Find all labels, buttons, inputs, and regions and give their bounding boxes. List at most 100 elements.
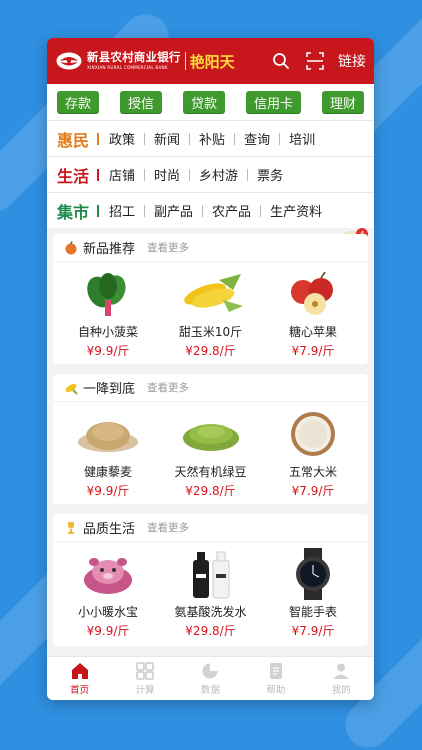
section-quality-life: 品质生活 查看更多 小小暖水宝 ¥9.9/斤 氨基酸洗发水 ¥29.8/斤 智能…: [53, 514, 368, 646]
category-item[interactable]: 招工: [109, 201, 135, 220]
category-item[interactable]: 生产资料: [270, 201, 322, 220]
link-button[interactable]: 链接: [338, 51, 366, 71]
divider: [189, 168, 191, 181]
product-price: ¥7.9/斤: [291, 624, 335, 638]
product-card[interactable]: 智能手表 ¥7.9/斤: [264, 548, 362, 639]
category-item[interactable]: 票务: [257, 165, 283, 184]
brand-divider: [184, 52, 186, 70]
product-name: 智能手表: [288, 605, 337, 619]
tab-label: 数据: [200, 684, 220, 696]
view-more-link[interactable]: 查看更多: [147, 520, 189, 535]
tab-help[interactable]: 帮助: [251, 662, 301, 696]
bank-logo: 新县农村商业银行 XINXIAN RURAL COMMERCIAL BANK 艳…: [55, 51, 235, 72]
category-item[interactable]: 补贴: [199, 129, 225, 148]
tab-data[interactable]: 数据: [185, 662, 235, 696]
divider: [144, 132, 146, 145]
product-price: ¥29.8/斤: [185, 624, 236, 638]
category-item[interactable]: 副产品: [154, 201, 193, 220]
product-card[interactable]: 五常大米 ¥7.9/斤: [264, 408, 362, 499]
product-card[interactable]: 健康藜麦 ¥9.9/斤: [59, 408, 157, 499]
section-new-products: 新品推荐 查看更多 自种小菠菜 ¥9.9/斤 甜玉米10斤 ¥29.8/斤 糖心…: [53, 234, 368, 364]
product-name: 健康藜麦: [83, 465, 132, 479]
product-price: ¥9.9/斤: [86, 624, 130, 638]
top-bar: 新县农村商业银行 XINXIAN RURAL COMMERCIAL BANK 艳…: [47, 38, 374, 84]
section-title: 新品推荐: [83, 242, 136, 257]
product-card[interactable]: 糖心苹果 ¥7.9/斤: [264, 268, 362, 359]
divider: [144, 168, 146, 181]
section-price-drop: 一降到底 查看更多 健康藜麦 ¥9.9/斤 天然有机绿豆 ¥29.8/斤 五常大…: [53, 374, 368, 504]
divider: [202, 204, 204, 217]
calculator-icon: [136, 661, 154, 680]
divider: [144, 204, 146, 217]
product-card[interactable]: 氨基酸洗发水 ¥29.8/斤: [162, 548, 260, 639]
category-bar: [97, 204, 100, 217]
product-price: ¥7.9/斤: [291, 344, 335, 358]
shampoo-icon: [176, 548, 246, 600]
product-card[interactable]: 天然有机绿豆 ¥29.8/斤: [162, 408, 260, 499]
tab-label: 帮助: [266, 684, 286, 696]
home-icon: [71, 662, 88, 679]
section-title: 一降到底: [83, 382, 136, 397]
tab-calculator[interactable]: 计算: [120, 661, 170, 696]
category-item[interactable]: 新闻: [154, 129, 180, 148]
quinoa-icon: [73, 408, 143, 460]
divider: [234, 132, 236, 145]
category-item[interactable]: 查询: [244, 129, 270, 148]
wealth-management-button[interactable]: 理财: [321, 91, 364, 113]
user-icon: [333, 663, 349, 679]
category-row-huimin: 惠民 政策 新闻 补贴 查询 培训: [47, 120, 374, 156]
mung-bean-icon: [176, 408, 246, 460]
product-price: ¥9.9/斤: [86, 484, 130, 498]
bank-name-cn: 新县农村商业银行: [87, 50, 181, 65]
tab-home[interactable]: 首页: [55, 662, 105, 696]
view-more-link[interactable]: 查看更多: [147, 240, 189, 255]
bottom-tab-bar: 首页 计算 数据 帮助 我的: [47, 656, 374, 700]
product-price: ¥9.9/斤: [86, 344, 130, 358]
product-name: 小小暖水宝: [77, 605, 138, 619]
divider: [279, 132, 281, 145]
product-name: 自种小菠菜: [77, 325, 138, 339]
category-item[interactable]: 店铺: [109, 165, 135, 184]
loan-button[interactable]: 贷款: [182, 91, 225, 113]
divider: [260, 204, 262, 217]
divider: [189, 132, 191, 145]
category-item[interactable]: 农产品: [212, 201, 251, 220]
help-document-icon: [269, 662, 282, 679]
tab-label: 我的: [331, 684, 351, 696]
view-more-link[interactable]: 查看更多: [147, 380, 189, 395]
category-item[interactable]: 时尚: [154, 165, 180, 184]
category-row-shenghuo: 生活 店铺 时尚 乡村游 票务: [47, 156, 374, 192]
credit-card-button[interactable]: 信用卡: [245, 91, 301, 113]
product-name: 糖心苹果: [288, 325, 337, 339]
rice-icon: [278, 408, 348, 460]
deposit-button[interactable]: 存款: [57, 91, 100, 113]
tab-label: 首页: [70, 684, 90, 696]
category-head: 集市: [57, 202, 90, 222]
scan-icon[interactable]: [304, 50, 326, 72]
category-row-jishi: 集市 招工 副产品 农产品 生产资料: [47, 192, 374, 228]
pie-chart-icon: [202, 663, 218, 678]
trophy-icon: [63, 520, 79, 536]
category-item[interactable]: 培训: [289, 129, 315, 148]
product-card[interactable]: 小小暖水宝 ¥9.9/斤: [59, 548, 157, 639]
category-item[interactable]: 乡村游: [199, 165, 238, 184]
category-item[interactable]: 政策: [109, 129, 135, 148]
bank-logo-icon: [56, 52, 82, 70]
credit-grant-button[interactable]: 授信: [119, 91, 162, 113]
brand-name: 艳阳天: [189, 52, 235, 71]
finance-buttons-row: 存款 授信 贷款 信用卡 理财: [47, 84, 374, 120]
tab-label: 计算: [135, 684, 155, 696]
product-price: ¥29.8/斤: [185, 484, 236, 498]
product-card[interactable]: 甜玉米10斤 ¥29.8/斤: [162, 268, 260, 359]
category-head: 惠民: [57, 130, 90, 150]
category-bar: [97, 168, 100, 181]
product-card[interactable]: 自种小菠菜 ¥9.9/斤: [59, 268, 157, 359]
app-screen: 新县农村商业银行 XINXIAN RURAL COMMERCIAL BANK 艳…: [47, 38, 374, 700]
search-icon[interactable]: [270, 50, 292, 72]
fruit-icon: [63, 240, 79, 256]
tab-profile[interactable]: 我的: [316, 662, 366, 696]
product-name: 甜玉米10斤: [178, 325, 243, 339]
bank-name-en: XINXIAN RURAL COMMERCIAL BANK: [87, 64, 168, 70]
product-name: 五常大米: [288, 465, 337, 479]
corn-icon: [176, 268, 246, 320]
